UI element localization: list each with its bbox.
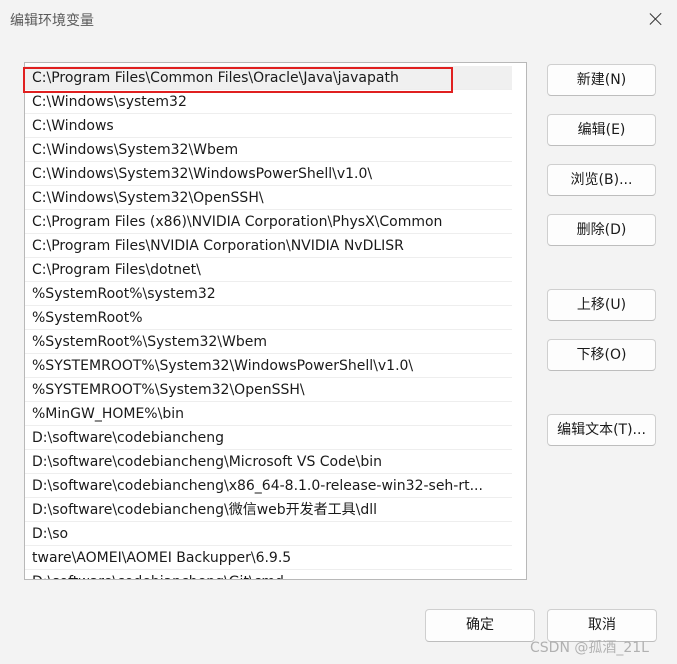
- move-down-button[interactable]: 下移(O): [547, 339, 656, 371]
- path-list-rows: C:\Program Files\Common Files\Oracle\Jav…: [25, 66, 512, 579]
- list-item[interactable]: C:\Program Files\NVIDIA Corporation\NVID…: [25, 234, 512, 258]
- list-item[interactable]: C:\Windows\System32\WindowsPowerShell\v1…: [25, 162, 512, 186]
- list-item[interactable]: D:\software\codebiancheng\x86_64-8.1.0-r…: [25, 474, 512, 498]
- path-list[interactable]: C:\Program Files\Common Files\Oracle\Jav…: [24, 62, 527, 580]
- list-item[interactable]: C:\Program Files (x86)\NVIDIA Corporatio…: [25, 210, 512, 234]
- list-item[interactable]: C:\Windows\System32\Wbem: [25, 138, 512, 162]
- watermark: CSDN @孤酒_21L: [530, 640, 649, 656]
- edit-button[interactable]: 编辑(E): [547, 114, 656, 146]
- list-item[interactable]: D:\software\codebiancheng\Microsoft VS C…: [25, 450, 512, 474]
- list-item[interactable]: tware\AOMEI\AOMEI Backupper\6.9.5: [25, 546, 512, 570]
- list-item[interactable]: D:\so: [25, 522, 512, 546]
- ok-button[interactable]: 确定: [425, 609, 535, 642]
- list-item[interactable]: C:\Windows\System32\OpenSSH\: [25, 186, 512, 210]
- browse-button[interactable]: 浏览(B)...: [547, 164, 656, 196]
- window-title: 编辑环境变量: [10, 13, 94, 29]
- list-item[interactable]: %SystemRoot%\system32: [25, 282, 512, 306]
- move-up-button[interactable]: 上移(U): [547, 289, 656, 321]
- delete-button[interactable]: 删除(D): [547, 214, 656, 246]
- list-item[interactable]: C:\Program Files\dotnet\: [25, 258, 512, 282]
- close-icon[interactable]: [643, 6, 669, 32]
- list-item[interactable]: C:\Program Files\Common Files\Oracle\Jav…: [25, 66, 512, 90]
- list-item[interactable]: %SYSTEMROOT%\System32\OpenSSH\: [25, 378, 512, 402]
- list-item[interactable]: %MinGW_HOME%\bin: [25, 402, 512, 426]
- list-item[interactable]: D:\software\codebiancheng\Git\cmd: [25, 570, 512, 579]
- list-item[interactable]: D:\software\codebiancheng\微信web开发者工具\dll: [25, 498, 512, 522]
- new-button[interactable]: 新建(N): [547, 64, 656, 96]
- list-item[interactable]: %SystemRoot%: [25, 306, 512, 330]
- list-item[interactable]: C:\Windows\system32: [25, 90, 512, 114]
- edit-text-button[interactable]: 编辑文本(T)...: [547, 414, 656, 446]
- list-item[interactable]: C:\Windows: [25, 114, 512, 138]
- list-item[interactable]: %SYSTEMROOT%\System32\WindowsPowerShell\…: [25, 354, 512, 378]
- list-item[interactable]: D:\software\codebiancheng: [25, 426, 512, 450]
- list-item[interactable]: %SystemRoot%\System32\Wbem: [25, 330, 512, 354]
- title-bar: 编辑环境变量: [0, 0, 677, 40]
